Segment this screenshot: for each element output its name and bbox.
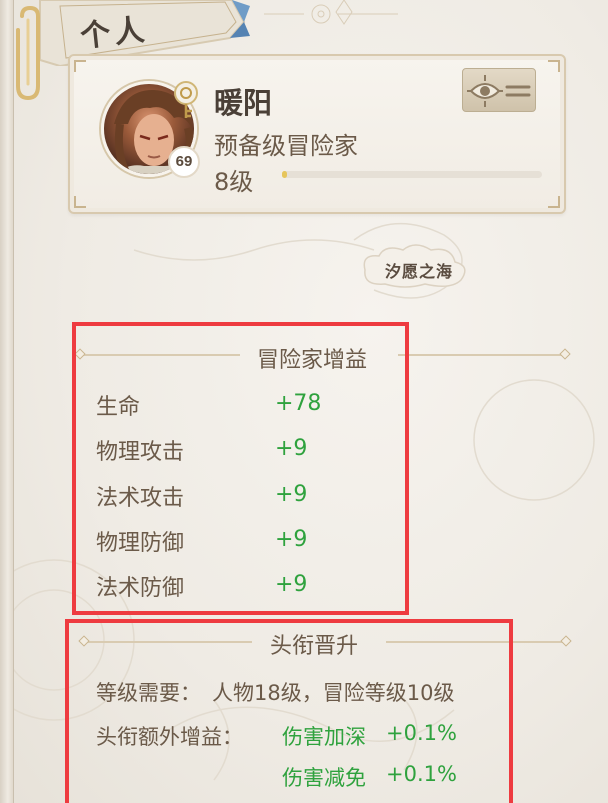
highlight-box-title-promotion [65,619,513,803]
location-label[interactable]: 汐愿之海 [385,258,453,282]
book-spine [0,0,14,803]
tab-title[interactable]: 个人 [78,5,150,56]
section-divider-right [398,354,563,356]
avatar-level-badge: 69 [168,146,200,178]
paperclip-icon [16,6,40,101]
eye-emblem-icon [467,75,531,107]
xp-progress-bar [282,171,542,178]
highlight-box-adventurer-bonus [72,322,409,615]
xp-progress-fill [282,171,288,178]
player-level: 8级 [214,168,254,196]
rank-key-icon [174,81,198,118]
player-rank-title: 预备级冒险家 [214,132,358,160]
eye-emblem-button[interactable] [462,68,536,112]
player-name: 暖阳 [214,86,273,120]
